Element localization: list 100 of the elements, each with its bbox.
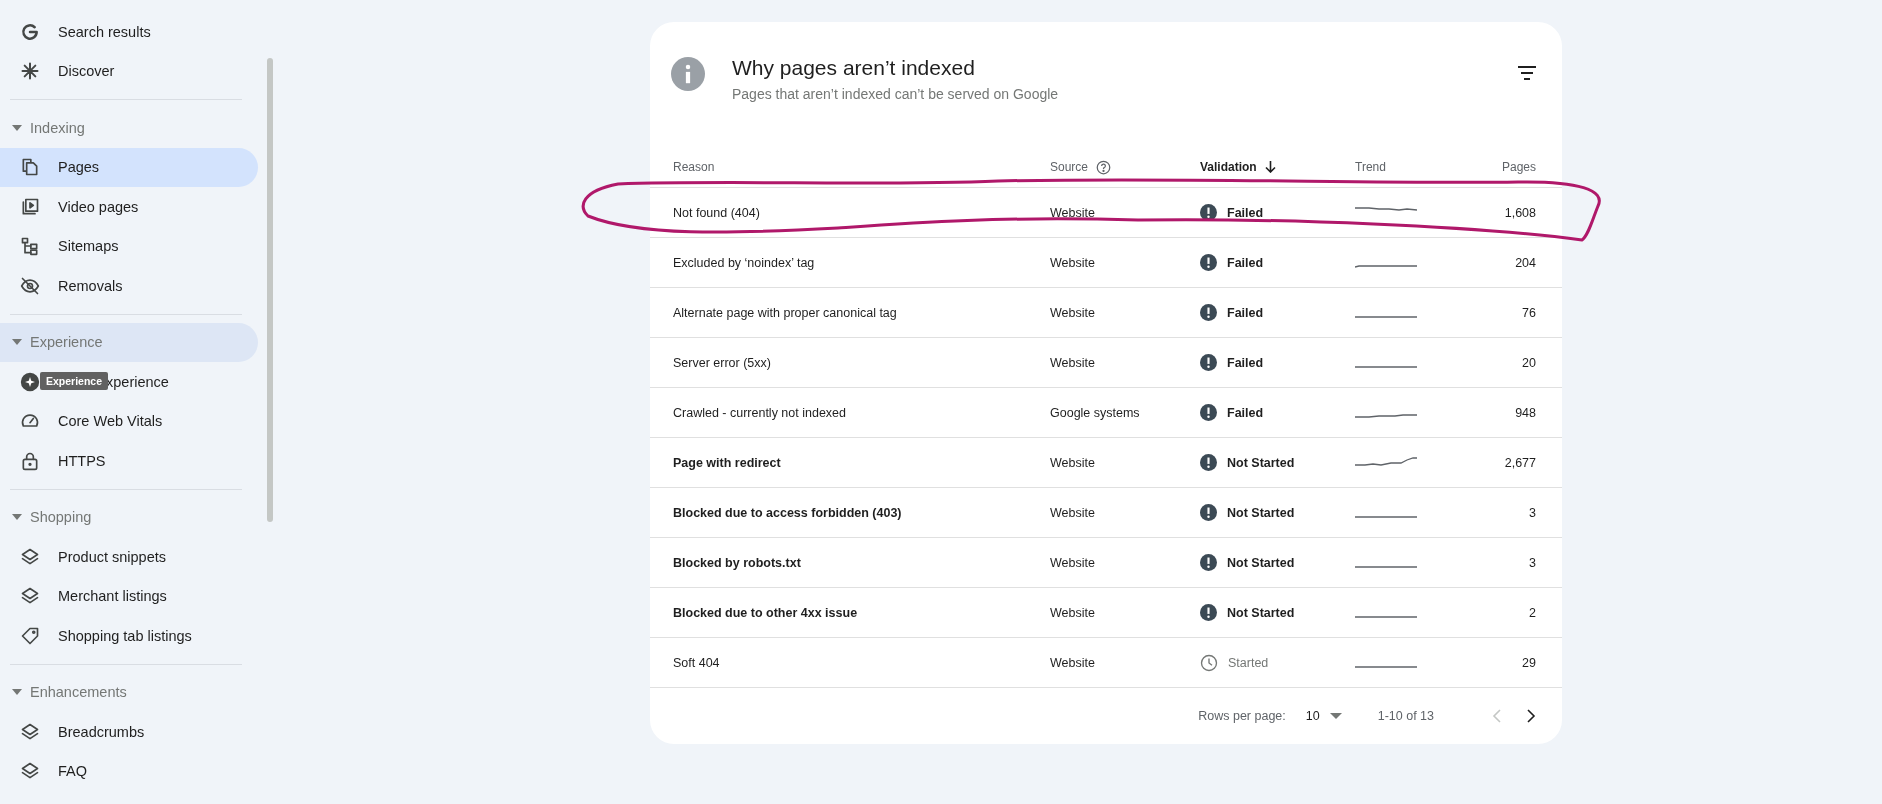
column-header[interactable]: Validation: [1200, 160, 1257, 174]
tooltip: Experience: [40, 372, 109, 390]
layers-icon: [20, 546, 40, 567]
pages-cell-text: 2: [1528, 605, 1536, 620]
nav-label: xperience: [106, 373, 169, 390]
nav-item[interactable]: Product snippets: [0, 537, 258, 577]
nav-label: Core Web Vitals: [58, 413, 163, 430]
validation-status: Not Started: [1227, 555, 1295, 570]
nav-item[interactable]: Discover: [0, 51, 258, 91]
nav-item[interactable]: Experience xperience: [0, 362, 258, 402]
validation-status: Started: [1228, 655, 1269, 670]
reason-cell[interactable]: Excluded by ‘noindex’ tag: [673, 255, 1050, 270]
reason-cell[interactable]: Server error (5xx): [673, 355, 1050, 370]
source-cell-text: Website: [1050, 305, 1096, 320]
nav-label: Discover: [58, 63, 115, 80]
clock-icon: [1200, 653, 1218, 672]
trend-sparkline: [1355, 366, 1417, 368]
source-cell-text: Website: [1050, 205, 1096, 220]
caret-icon: [12, 689, 22, 696]
trend-sparkline: [1355, 566, 1417, 568]
nav-item[interactable]: FAQ: [0, 751, 258, 791]
nav-item[interactable]: Core Web Vitals: [0, 401, 258, 441]
exclamation-icon: [1200, 404, 1217, 421]
nav-item[interactable]: HTTPS: [0, 441, 258, 481]
video-page-icon: [20, 196, 40, 217]
nav-label: Shopping tab listings: [58, 627, 192, 644]
caret-icon: [12, 339, 22, 346]
pages-cell-text: 2,677: [1503, 455, 1536, 470]
source-cell-text: Website: [1050, 255, 1096, 270]
nav-item[interactable]: Search results: [0, 12, 258, 52]
nav-label: Pages: [58, 159, 100, 176]
nav-label: Merchant listings: [58, 588, 167, 605]
column-header[interactable]: Source: [1050, 160, 1089, 174]
reason-cell[interactable]: Crawled - currently not indexed: [673, 405, 1050, 420]
validation-status: Failed: [1227, 305, 1264, 320]
reason-cell[interactable]: Blocked due to other 4xx issue: [673, 605, 1050, 620]
exclamation-icon: [1200, 254, 1217, 271]
nav-item[interactable]: Video pages: [0, 187, 258, 227]
pages-cell-text: 1,608: [1503, 205, 1536, 220]
nav-item[interactable]: Breadcrumbs: [0, 712, 258, 752]
reason-cell[interactable]: Page with redirect: [673, 455, 1050, 470]
source-cell-text: Website: [1050, 505, 1096, 520]
validation-status: Not Started: [1227, 455, 1295, 470]
asterisk-icon: [20, 61, 40, 82]
nav-item[interactable]: Shopping tab listings: [0, 616, 258, 656]
source-cell-text: Website: [1050, 555, 1096, 570]
nav-item[interactable]: Pages: [0, 147, 258, 187]
g-icon: [20, 21, 40, 42]
exclamation-icon: [1200, 604, 1217, 621]
nav-label: Search results: [58, 23, 151, 40]
section-header[interactable]: Experience: [0, 322, 258, 362]
validation-status: Not Started: [1227, 605, 1295, 620]
pages-cell-text: 76: [1521, 305, 1536, 320]
sparkle-circle-icon: [20, 371, 40, 392]
exclamation-icon: [1200, 454, 1217, 471]
nav-label: FAQ: [58, 763, 87, 780]
eye-off-icon: [20, 275, 40, 296]
help-icon[interactable]: [1096, 159, 1112, 175]
section-header[interactable]: Indexing: [0, 108, 258, 148]
nav-item[interactable]: Sitemaps: [0, 226, 258, 266]
validation-status: Failed: [1227, 405, 1264, 420]
source-cell-text: Website: [1050, 655, 1096, 670]
validation-status: Failed: [1227, 355, 1264, 370]
next-page-button[interactable]: [1524, 707, 1538, 725]
reason-cell[interactable]: Blocked due to access forbidden (403): [673, 505, 1050, 520]
reason-cell[interactable]: Alternate page with proper canonical tag: [673, 305, 1050, 320]
info-icon: [671, 57, 705, 91]
exclamation-icon: [1200, 204, 1217, 221]
reason-cell[interactable]: Not found (404): [673, 205, 1050, 220]
trend-sparkline: [1355, 666, 1417, 668]
section-header[interactable]: Enhancements: [0, 672, 258, 712]
card-title: Why pages aren’t indexed: [732, 56, 976, 80]
sort-down-icon[interactable]: [1264, 161, 1276, 173]
column-header[interactable]: Trend: [1355, 160, 1386, 174]
trend-sparkline: [1355, 265, 1417, 268]
pages-cell-text: 3: [1528, 555, 1536, 570]
nav-label: Breadcrumbs: [58, 723, 145, 740]
tag-icon: [20, 625, 40, 646]
nav-item[interactable]: Merchant listings: [0, 576, 258, 616]
nav-label: Video pages: [58, 198, 139, 215]
source-cell-text: Website: [1050, 605, 1096, 620]
reason-cell[interactable]: Blocked by robots.txt: [673, 555, 1050, 570]
exclamation-icon: [1200, 554, 1217, 571]
column-header[interactable]: Reason: [673, 160, 715, 174]
validation-status: Failed: [1227, 255, 1264, 270]
trend-sparkline: [1355, 457, 1417, 466]
caret-icon: [12, 124, 22, 131]
pages-icon: [20, 157, 40, 178]
scrollbar[interactable]: [267, 58, 273, 522]
filter-icon[interactable]: [1518, 66, 1536, 80]
section-header[interactable]: Shopping: [0, 497, 258, 537]
exclamation-icon: [1200, 504, 1217, 521]
lock-icon: [20, 450, 40, 471]
rows-per-page-dropdown[interactable]: 10: [1303, 707, 1344, 725]
nav-item[interactable]: Removals: [0, 266, 258, 306]
reason-cell[interactable]: Soft 404: [673, 655, 1050, 670]
caret-icon: [1329, 713, 1342, 719]
column-header[interactable]: Pages: [1501, 160, 1536, 174]
card-subtitle: Pages that aren’t indexed can’t be served on Google: [732, 86, 1060, 102]
pages-cell-text: 29: [1521, 655, 1536, 670]
